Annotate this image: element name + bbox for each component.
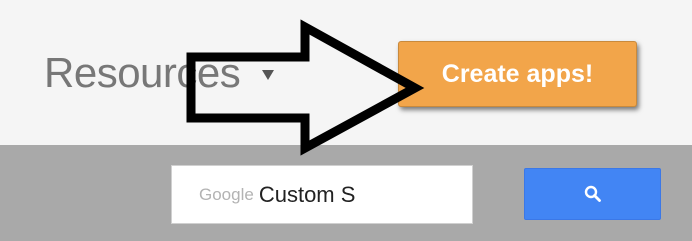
search-button[interactable]: [524, 168, 661, 220]
resources-menu[interactable]: Resources: [44, 48, 275, 98]
search-input-value: Custom S: [258, 181, 356, 207]
caret-down-icon: [262, 70, 275, 80]
google-brand-label: Google: [199, 184, 254, 204]
resources-label: Resources: [44, 49, 241, 96]
search-icon: [584, 185, 601, 202]
search-input[interactable]: Google Custom S: [171, 165, 473, 224]
create-apps-button[interactable]: Create apps!: [398, 41, 637, 107]
